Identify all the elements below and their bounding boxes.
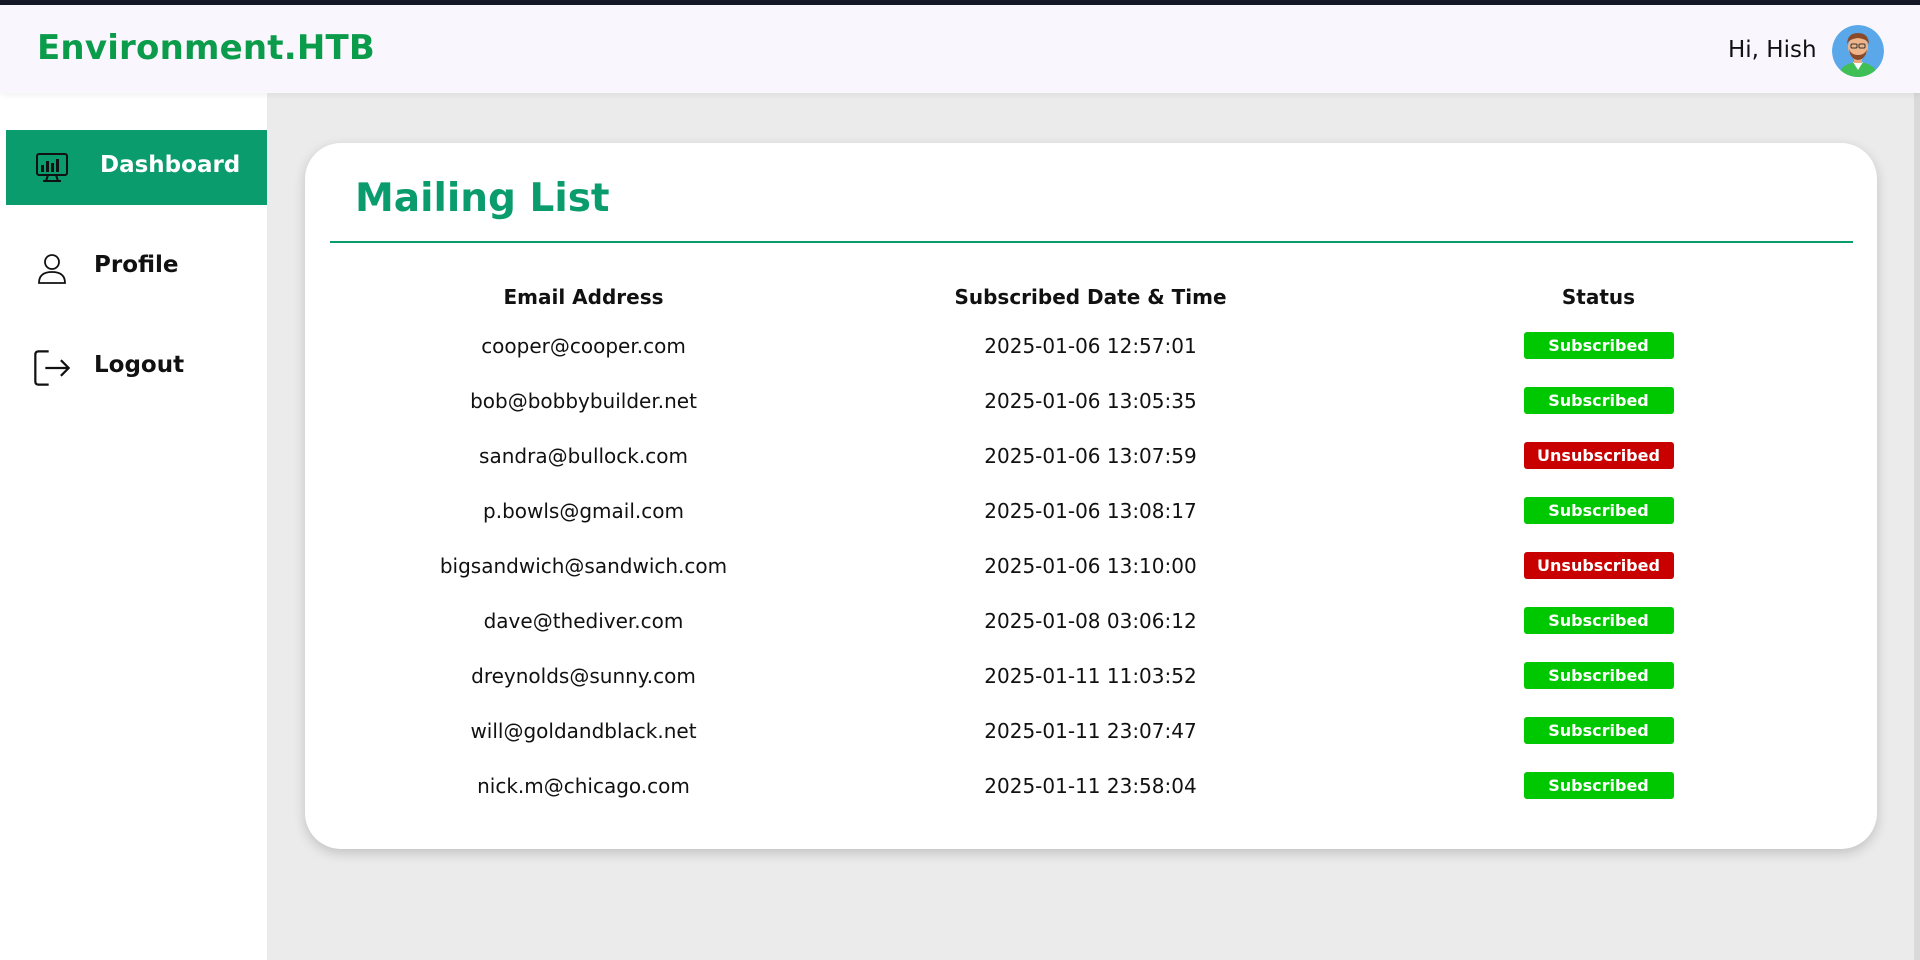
cell-email: bigsandwich@sandwich.com [439,553,728,578]
status-badge: Subscribed [1523,332,1674,359]
table-row: dave@thediver.com 2025-01-08 03:06:12 Su… [330,593,1853,648]
monitor-chart-icon [36,153,68,182]
cell-datetime: 2025-01-08 03:06:12 [984,608,1197,633]
user-icon [38,254,66,284]
avatar[interactable] [1832,25,1884,77]
sidebar-item-label: Profile [94,252,179,278]
user-greeting: Hi, Hish [1728,37,1817,63]
cell-status: Subscribed [1344,373,1853,428]
cell-datetime: 2025-01-06 13:05:35 [984,388,1197,413]
table-row: bob@bobbybuilder.net 2025-01-06 13:05:35… [330,373,1853,428]
column-header-datetime: Subscribed Date & Time [954,285,1227,309]
cell-email: cooper@cooper.com [481,333,686,358]
title-divider [330,241,1853,243]
column-header-status: Status [1561,285,1636,309]
cell-email: sandra@bullock.com [479,443,688,468]
cell-datetime: 2025-01-06 13:08:17 [984,498,1197,523]
sidebar-item-logout[interactable]: Logout [6,330,267,405]
table-row: cooper@cooper.com 2025-01-06 12:57:01 Su… [330,318,1853,373]
cell-email: will@goldandblack.net [470,718,697,743]
status-badge: Subscribed [1523,662,1674,689]
status-badge: Unsubscribed [1523,442,1674,469]
mailing-list-table: Email Address Subscribed Date & Time Sta… [330,276,1853,813]
cell-datetime: 2025-01-11 11:03:52 [984,663,1197,688]
top-header: Environment.HTB Hi, Hish [0,5,1920,93]
table-row: dreynolds@sunny.com 2025-01-11 11:03:52 … [330,648,1853,703]
cell-status: Subscribed [1344,593,1853,648]
avatar-icon [1832,25,1884,77]
sidebar-item-label: Dashboard [100,152,241,178]
cell-status: Subscribed [1344,318,1853,373]
table-row: p.bowls@gmail.com 2025-01-06 13:08:17 Su… [330,483,1853,538]
cell-status: Subscribed [1344,703,1853,758]
cell-email: dave@thediver.com [483,608,684,633]
cell-datetime: 2025-01-11 23:58:04 [984,773,1197,798]
cell-status: Subscribed [1344,648,1853,703]
cell-email: bob@bobbybuilder.net [470,388,697,413]
table-header-row: Email Address Subscribed Date & Time Sta… [330,276,1853,318]
cell-datetime: 2025-01-11 23:07:47 [984,718,1197,743]
status-badge: Subscribed [1523,607,1674,634]
sidebar-item-dashboard[interactable]: Dashboard [6,130,267,205]
sidebar: Dashboard Profile Logout [0,93,267,960]
cell-status: Subscribed [1344,483,1853,538]
table-row: sandra@bullock.com 2025-01-06 13:07:59 U… [330,428,1853,483]
cell-datetime: 2025-01-06 12:57:01 [984,333,1197,358]
scrollbar-track[interactable] [1914,93,1920,960]
status-badge: Subscribed [1523,772,1674,799]
cell-status: Subscribed [1344,758,1853,813]
table-row: nick.m@chicago.com 2025-01-11 23:58:04 S… [330,758,1853,813]
table-row: will@goldandblack.net 2025-01-11 23:07:4… [330,703,1853,758]
table-row: bigsandwich@sandwich.com 2025-01-06 13:1… [330,538,1853,593]
cell-email: nick.m@chicago.com [477,773,690,798]
cell-status: Unsubscribed [1344,538,1853,593]
cell-status: Unsubscribed [1344,428,1853,483]
cell-datetime: 2025-01-06 13:07:59 [984,443,1197,468]
sidebar-item-label: Logout [94,352,185,378]
page-title: Mailing List [355,176,610,221]
status-badge: Subscribed [1523,387,1674,414]
mailing-list-card: Mailing List Email Address Subscribed Da… [305,143,1877,849]
brand-logo[interactable]: Environment.HTB [37,28,375,68]
cell-email: p.bowls@gmail.com [483,498,684,523]
sidebar-item-profile[interactable]: Profile [6,230,267,305]
column-header-email: Email Address [503,285,664,309]
status-badge: Unsubscribed [1523,552,1674,579]
status-badge: Subscribed [1523,717,1674,744]
cell-datetime: 2025-01-06 13:10:00 [984,553,1197,578]
logout-icon [34,350,71,386]
status-badge: Subscribed [1523,497,1674,524]
cell-email: dreynolds@sunny.com [471,663,696,688]
